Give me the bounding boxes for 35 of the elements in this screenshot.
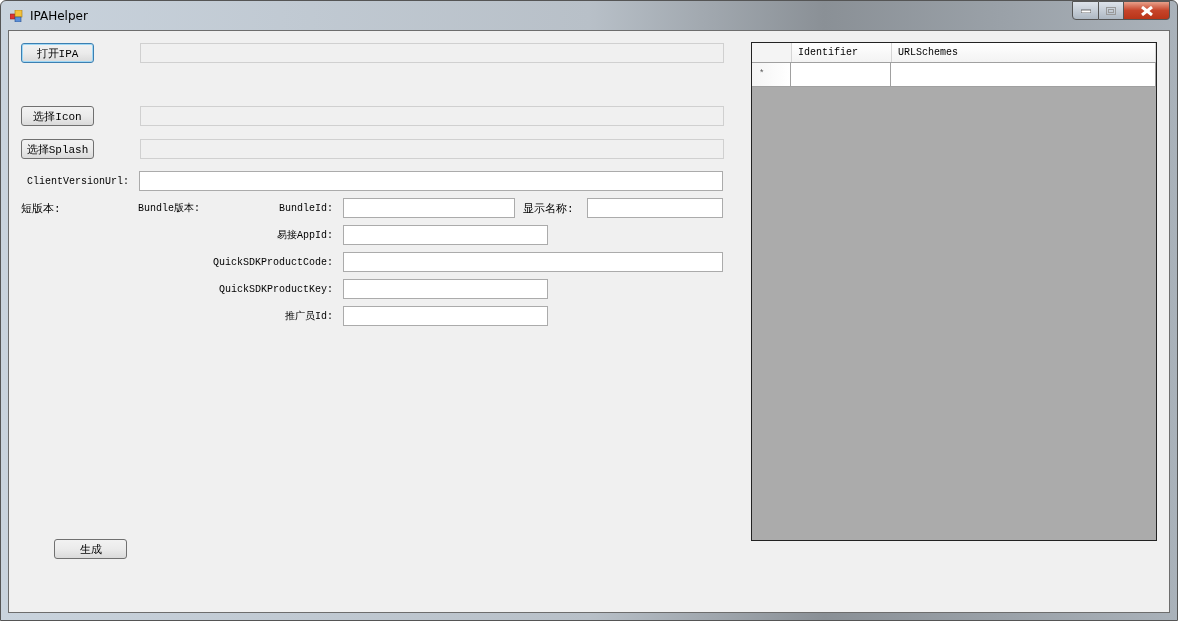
field-label: 显示名称: — [523, 201, 575, 216]
minimize-icon — [1080, 8, 1091, 13]
field-label: ClientVersionUrl: — [26, 175, 131, 187]
browse-button[interactable]: 选择Splash — [21, 139, 94, 159]
grid-corner-header[interactable] — [752, 43, 792, 62]
field-label: QuickSDKProductCode: — [211, 256, 333, 268]
field-label: 推广员Id: — [284, 309, 333, 323]
text-field[interactable] — [343, 306, 548, 326]
bundle-id-field[interactable] — [343, 198, 515, 218]
field-label: BundleId: — [278, 202, 333, 214]
browse-button[interactable]: 打开IPA — [21, 43, 94, 63]
maximize-icon — [1106, 6, 1116, 15]
path-field[interactable] — [140, 43, 724, 63]
text-field[interactable] — [343, 252, 723, 272]
window-title: IPAHelper — [30, 8, 88, 23]
close-icon — [1140, 5, 1153, 16]
maximize-button[interactable] — [1099, 1, 1124, 20]
path-field[interactable] — [140, 139, 724, 159]
row-header[interactable]: * — [752, 63, 791, 86]
minimize-button[interactable] — [1072, 1, 1099, 20]
column-header[interactable]: Identifier — [792, 43, 892, 62]
app-icon — [10, 9, 23, 22]
text-field[interactable] — [343, 279, 548, 299]
display-name-field[interactable] — [587, 198, 723, 218]
field-label: QuickSDKProductKey: — [217, 283, 333, 295]
text-field[interactable] — [343, 225, 548, 245]
generate-button[interactable]: 生成 — [54, 539, 127, 559]
path-field[interactable] — [140, 106, 724, 126]
browse-button[interactable]: 选择Icon — [21, 106, 94, 126]
close-button[interactable] — [1124, 1, 1170, 20]
field-label: Bundle版本: — [138, 202, 201, 215]
field-label: 短版本: — [21, 201, 62, 216]
field-label: 易接AppId: — [276, 229, 333, 242]
column-header[interactable]: URLSchemes — [892, 43, 1156, 62]
url-field[interactable] — [139, 171, 723, 191]
